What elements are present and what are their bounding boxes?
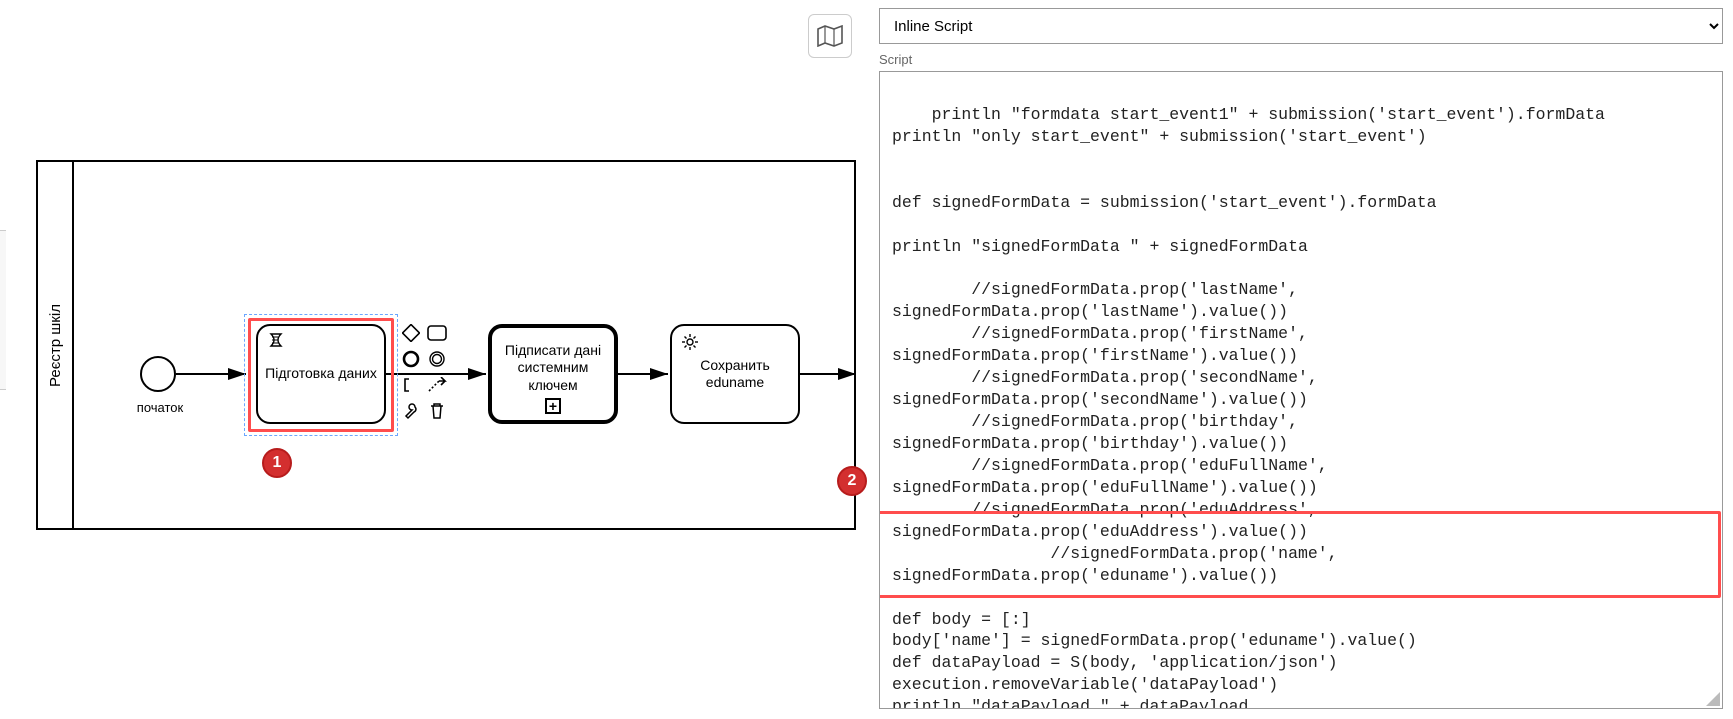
task-label: Сохранить eduname bbox=[678, 357, 792, 392]
script-content: println "formdata start_event1" + submis… bbox=[892, 105, 1605, 709]
context-pad bbox=[400, 322, 448, 422]
context-delete-icon[interactable] bbox=[426, 400, 448, 422]
expand-marker-icon: + bbox=[545, 398, 561, 414]
task-label: Підготовка даних bbox=[265, 365, 377, 383]
properties-panel-tab[interactable]: Properties Panel bbox=[0, 230, 6, 390]
callout-badge-1: 1 bbox=[262, 448, 292, 478]
gear-icon bbox=[680, 332, 700, 352]
context-annotation-icon[interactable] bbox=[400, 374, 422, 396]
properties-panel-tab-label: Properties Panel bbox=[0, 257, 1, 346]
context-end-event-icon[interactable] bbox=[400, 348, 422, 370]
bpmn-lane[interactable]: початок Підготовка даних bbox=[74, 162, 854, 528]
bpmn-service-task-save[interactable]: Сохранить eduname bbox=[670, 324, 800, 424]
context-wrench-icon[interactable] bbox=[400, 400, 422, 422]
script-field-label: Script bbox=[869, 52, 1733, 71]
script-icon bbox=[266, 332, 286, 352]
context-intermediate-event-icon[interactable] bbox=[426, 348, 448, 370]
start-event-label: початок bbox=[130, 400, 190, 415]
pool-label: Реєстр шкіл bbox=[38, 162, 74, 528]
context-gateway-icon[interactable] bbox=[400, 322, 422, 344]
bpmn-script-task-prepare[interactable]: Підготовка даних bbox=[256, 324, 386, 424]
callout-badge-2: 2 bbox=[837, 466, 867, 496]
task-label: Підписати дані системним ключем bbox=[498, 342, 608, 407]
context-connect-icon[interactable] bbox=[426, 374, 448, 396]
resize-handle-icon[interactable] bbox=[1706, 692, 1720, 706]
bpmn-start-event[interactable] bbox=[140, 356, 176, 392]
minimap-toggle-button[interactable] bbox=[808, 14, 852, 58]
script-type-select[interactable]: Inline Script bbox=[879, 8, 1723, 44]
pool-label-text: Реєстр шкіл bbox=[47, 304, 64, 387]
bpmn-canvas[interactable]: Реєстр шкіл початок Підготовка даних bbox=[0, 0, 870, 719]
bpmn-pool[interactable]: Реєстр шкіл початок Підготовка даних bbox=[36, 160, 856, 530]
bpmn-call-activity-sign[interactable]: Підписати дані системним ключем + bbox=[488, 324, 618, 424]
properties-panel: Inline Script Script println "formdata s… bbox=[869, 0, 1733, 719]
map-icon bbox=[817, 25, 843, 47]
context-task-icon[interactable] bbox=[426, 322, 448, 344]
script-textarea[interactable]: println "formdata start_event1" + submis… bbox=[879, 71, 1723, 709]
